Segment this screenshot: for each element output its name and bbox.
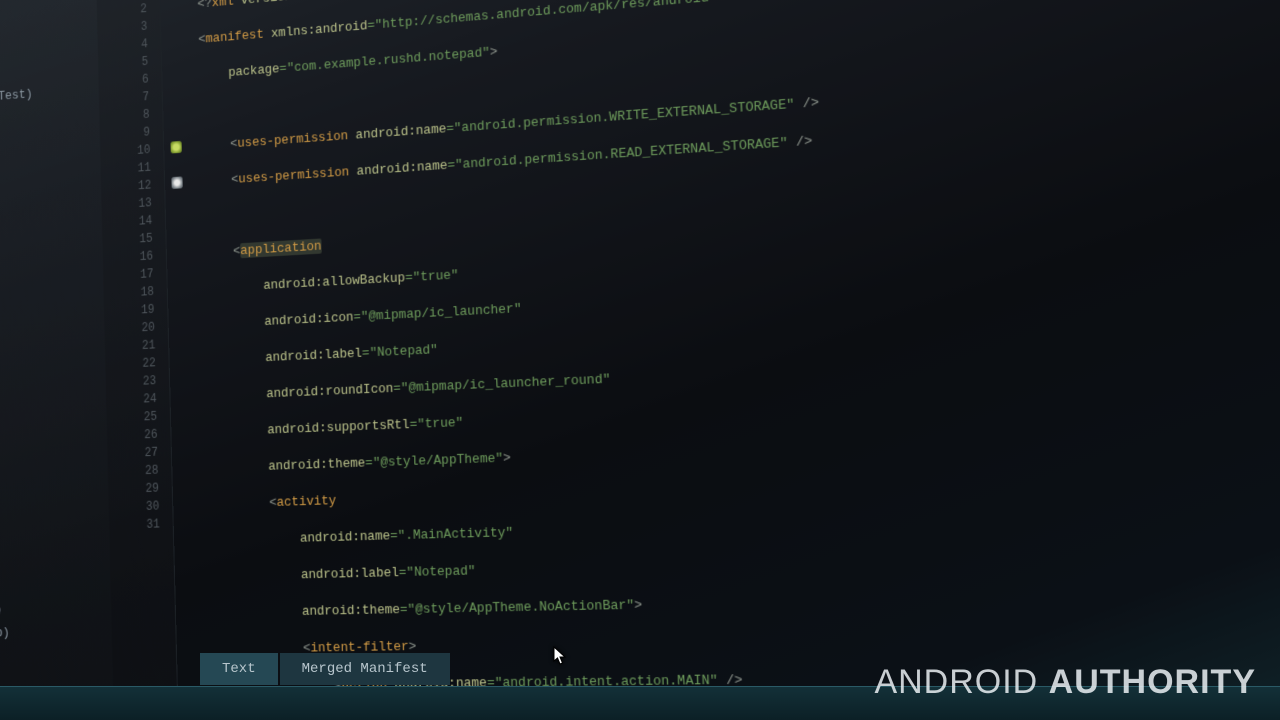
code-area[interactable]: <?xml version="1.0" encoding="utf-8"?> <… — [160, 0, 1280, 720]
line-number[interactable]: 27 — [107, 443, 171, 463]
line-number[interactable]: 31 — [109, 515, 173, 535]
tab-text[interactable]: Text — [200, 653, 278, 685]
design-mode-tabs: Text Merged Manifest — [200, 653, 450, 685]
gutter-app-icon — [170, 141, 181, 154]
tab-merged-manifest[interactable]: Merged Manifest — [280, 653, 450, 685]
line-number[interactable]: 28 — [108, 461, 172, 481]
gutter-resource-icon — [171, 176, 182, 189]
tree-item[interactable]: for app) — [0, 622, 10, 645]
project-tree[interactable]: (androidTest) (test) ersion) for app) — [0, 0, 114, 720]
tree-item[interactable]: (test) — [0, 102, 100, 135]
editor: uses-permission C NoteSelect.java × ❐ co… — [96, 0, 1280, 720]
line-number[interactable]: 30 — [109, 497, 173, 517]
workspace: (androidTest) (test) ersion) for app) us… — [0, 0, 1280, 720]
line-number[interactable]: 29 — [108, 479, 172, 499]
watermark: ANDROID AUTHORITY — [874, 663, 1256, 702]
tree-item[interactable]: ersion) — [0, 599, 9, 622]
ide-viewport: (androidTest) (test) ersion) for app) us… — [0, 0, 1280, 720]
